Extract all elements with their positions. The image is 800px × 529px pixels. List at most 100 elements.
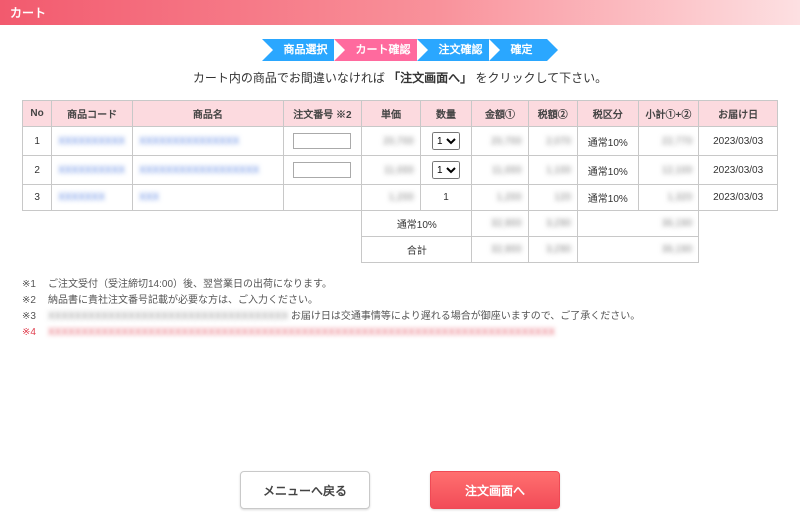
cell-amount-text: 1,200: [497, 192, 522, 203]
summary-label: 合計: [362, 237, 472, 263]
back-button[interactable]: メニューへ戻る: [240, 471, 370, 509]
cell-taxkind: 通常10%: [577, 185, 638, 211]
summary-spacer: [23, 237, 52, 263]
cell-qty: 1: [420, 185, 472, 211]
cell-code[interactable]: XXXXXXXXXX: [52, 156, 133, 185]
cell-subtotal: 1,320: [638, 185, 699, 211]
orderno-input[interactable]: [293, 133, 351, 149]
cell-code[interactable]: XXXXXXX: [52, 185, 133, 211]
cell-qty: 1: [420, 127, 472, 156]
summary-row: 合計 32,900 3,290 36,190: [23, 237, 778, 263]
summary-tax: 3,290: [528, 237, 577, 263]
cell-unit: 1,200: [362, 185, 420, 211]
qty-select[interactable]: 1: [432, 132, 460, 150]
th-name: 商品名: [133, 101, 284, 127]
summary-spacer: [52, 237, 133, 263]
th-no: No: [23, 101, 52, 127]
summary-label: 通常10%: [362, 211, 472, 237]
th-qty: 数量: [420, 101, 472, 127]
th-orderno: 注文番号 ※2: [283, 101, 362, 127]
cell-no: 2: [23, 156, 52, 185]
cell-code-text: XXXXXXX: [58, 192, 105, 203]
th-subtotal: 小計①+②: [638, 101, 699, 127]
summary-amount-text: 32,900: [491, 218, 522, 229]
note-text: 納品書に貴社注文番号記載が必要な方は、ご入力ください。: [48, 293, 318, 309]
cell-name-text: XXX: [139, 192, 159, 203]
cell-qty: 1: [420, 156, 472, 185]
note-row: ※4 XXXXXXXXXXXXXXXXXXXXXXXXXXXXXXXXXXXXX…: [22, 325, 778, 341]
step-product-select[interactable]: 商品選択: [262, 39, 342, 61]
note-text: ご注文受付（受注締切14:00）後、翌営業日の出荷になります。: [48, 277, 332, 293]
cell-name[interactable]: XXXXXXXXXXXXXXX: [133, 127, 284, 156]
cell-taxkind: 通常10%: [577, 127, 638, 156]
summary-amount: 32,900: [472, 211, 528, 237]
next-button[interactable]: 注文画面へ: [430, 471, 560, 509]
note-visible-b: お届け日は交通事情等により遅れる場合が御座いますので、ご了承ください。: [291, 311, 640, 322]
note-idx: ※1: [22, 277, 48, 293]
instruction-b: 「注文画面へ」: [388, 71, 472, 85]
summary-amount-text: 32,900: [491, 244, 522, 255]
cell-code-text: XXXXXXXXXX: [58, 136, 125, 147]
th-unit: 単価: [362, 101, 420, 127]
cell-unit-text: 1,200: [389, 192, 414, 203]
cell-amount: 1,200: [472, 185, 528, 211]
cell-no: 3: [23, 185, 52, 211]
note-text: XXXXXXXXXXXXXXXXXXXXXXXXXXXXXXXXXXXXXXXX…: [48, 325, 555, 341]
cell-tax-text: 2,070: [546, 136, 571, 147]
cell-unit: 20,700: [362, 127, 420, 156]
step-order-confirm[interactable]: 注文確認: [417, 39, 497, 61]
cell-orderno: [283, 185, 362, 211]
summary-tax: 3,290: [528, 211, 577, 237]
table-row: 3XXXXXXXXXX1,20011,200120通常10%1,3202023/…: [23, 185, 778, 211]
cell-tax-text: 120: [554, 192, 571, 203]
cell-orderno: [283, 127, 362, 156]
instruction-text: カート内の商品でお間違いなければ 「注文画面へ」 をクリックして下さい。: [22, 69, 778, 86]
cell-tax: 120: [528, 185, 577, 211]
cell-name[interactable]: XXXXXXXXXXXXXXXXXX: [133, 156, 284, 185]
cell-subtotal-text: 12,100: [662, 165, 693, 176]
note-idx: ※2: [22, 293, 48, 309]
cell-subtotal: 12,100: [638, 156, 699, 185]
cell-amount-text: 11,000: [492, 165, 522, 176]
cell-taxkind: 通常10%: [577, 156, 638, 185]
orderno-input[interactable]: [293, 162, 351, 178]
summary-row: 通常10% 32,900 3,290 36,190: [23, 211, 778, 237]
cell-amount: 20,700: [472, 127, 528, 156]
cell-name-text: XXXXXXXXXXXXXXXXXX: [139, 165, 259, 176]
summary-spacer: [23, 211, 52, 237]
summary-spacer: [699, 211, 778, 237]
summary-subtotal: 36,190: [577, 237, 698, 263]
qty-select[interactable]: 1: [432, 161, 460, 179]
instruction-c: をクリックして下さい。: [476, 71, 608, 85]
step-finalize[interactable]: 確定: [489, 39, 547, 61]
th-tax: 税額②: [528, 101, 577, 127]
note-blurred-a: XXXXXXXXXXXXXXXXXXXXXXXXXXXXXXXXXXXX: [48, 311, 288, 322]
cell-tax: 2,070: [528, 127, 577, 156]
note-row: ※1 ご注文受付（受注締切14:00）後、翌営業日の出荷になります。: [22, 277, 778, 293]
summary-spacer: [133, 237, 284, 263]
note-idx: ※3: [22, 309, 48, 325]
cell-unit: 11,000: [362, 156, 420, 185]
th-amount: 金額①: [472, 101, 528, 127]
th-code: 商品コード: [52, 101, 133, 127]
cell-deliver: 2023/03/03: [699, 185, 778, 211]
cell-deliver: 2023/03/03: [699, 127, 778, 156]
cell-deliver: 2023/03/03: [699, 156, 778, 185]
cell-tax: 1,100: [528, 156, 577, 185]
th-deliver: お届け日: [699, 101, 778, 127]
page-title: カート: [0, 0, 800, 25]
cell-name-text: XXXXXXXXXXXXXXX: [139, 136, 239, 147]
summary-tax-text: 3,290: [546, 218, 571, 229]
cell-code[interactable]: XXXXXXXXXX: [52, 127, 133, 156]
cell-orderno: [283, 156, 362, 185]
summary-spacer: [699, 237, 778, 263]
cart-table: No 商品コード 商品名 注文番号 ※2 単価 数量 金額① 税額② 税区分 小…: [22, 100, 778, 263]
summary-subtotal: 36,190: [577, 211, 698, 237]
cell-amount: 11,000: [472, 156, 528, 185]
notes-block: ※1 ご注文受付（受注締切14:00）後、翌営業日の出荷になります。 ※2 納品…: [22, 277, 778, 341]
cell-tax-text: 1,100: [546, 165, 571, 176]
cell-unit-text: 11,000: [384, 165, 414, 176]
summary-subtotal-text: 36,190: [662, 244, 693, 255]
instruction-a: カート内の商品でお間違いなければ: [193, 71, 385, 85]
cell-name[interactable]: XXX: [133, 185, 284, 211]
